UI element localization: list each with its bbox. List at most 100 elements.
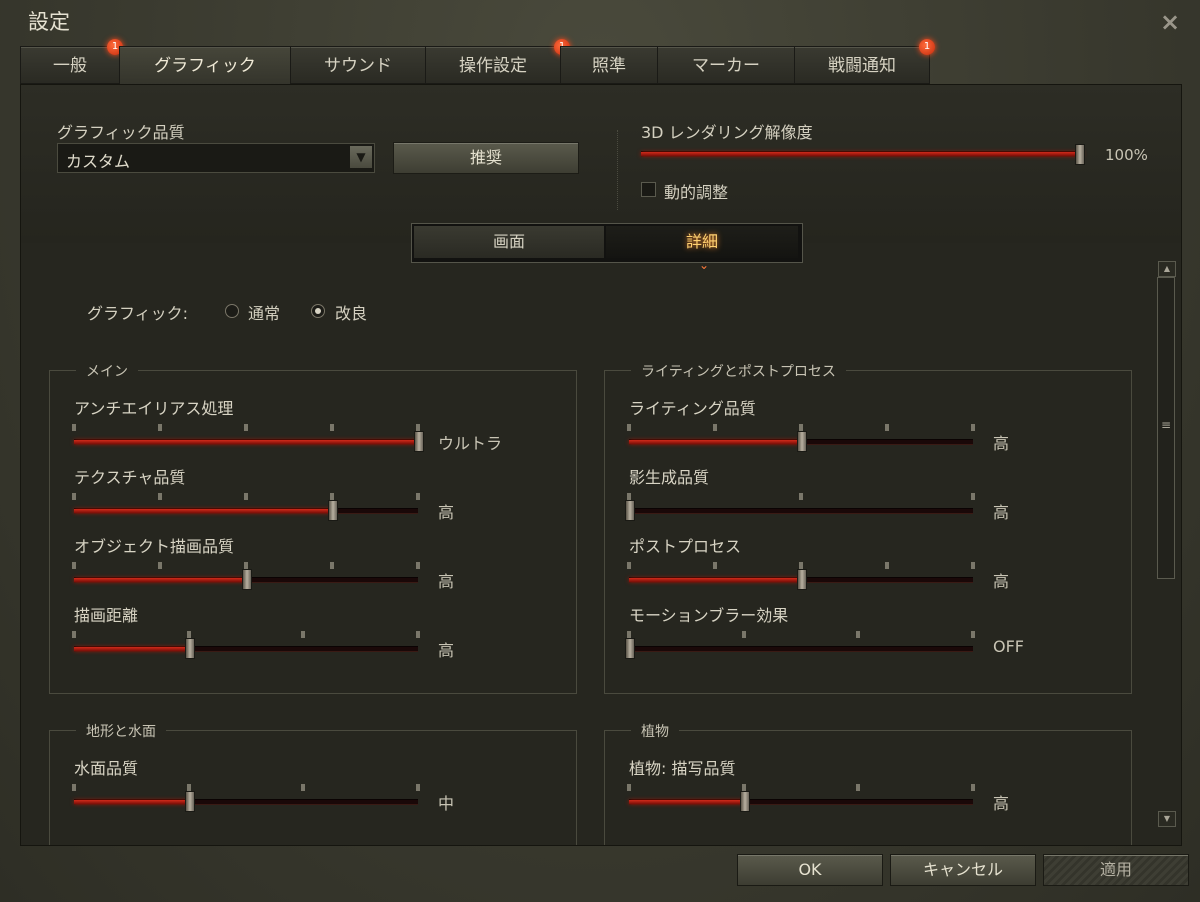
setting-label: ポストプロセス <box>629 537 742 556</box>
slider-tick <box>627 424 631 431</box>
subtab-switch: 画面 詳細 <box>411 223 803 263</box>
subtab-screen[interactable]: 画面 <box>414 226 604 258</box>
slider-tick <box>186 631 191 638</box>
slider-tick <box>713 424 717 431</box>
slider-tick <box>186 784 191 791</box>
slider-tick <box>72 784 76 791</box>
slider-tick <box>301 631 306 638</box>
slider-tick <box>799 424 803 431</box>
quality-slider[interactable] <box>629 799 973 805</box>
setting-value: 中 <box>438 794 455 813</box>
slider-tick <box>416 424 420 431</box>
slider-thumb[interactable] <box>625 638 635 659</box>
slider-fill <box>74 509 332 513</box>
scrollbar[interactable]: ▲ ≡ ▼ <box>1156 257 1176 832</box>
dynamic-adjust-checkbox[interactable] <box>641 182 656 197</box>
settings-content: グラフィック品質 カスタム ▼ 推奨 3D レンダリング解像度 100% 動的調… <box>20 84 1182 846</box>
chevron-down-icon: ⌄ <box>699 258 710 272</box>
slider-thumb[interactable] <box>625 500 635 521</box>
graphics-quality-label: グラフィック品質 <box>57 123 185 142</box>
slider-thumb[interactable] <box>414 431 424 452</box>
setting-value: 高 <box>993 794 1010 813</box>
slider-tick <box>799 562 803 569</box>
tab-aim[interactable]: 照準 <box>560 46 658 84</box>
tab-label: 一般 <box>53 56 87 76</box>
slider-tick <box>330 493 334 500</box>
setting-label: テクスチャ品質 <box>74 468 186 487</box>
close-icon[interactable]: × <box>1160 8 1180 36</box>
dynamic-adjust-label: 動的調整 <box>664 183 729 202</box>
slider-fill <box>74 578 246 582</box>
slider-thumb[interactable] <box>184 791 195 812</box>
slider-tick <box>244 424 248 431</box>
slider-thumb[interactable] <box>739 791 750 812</box>
group-title: メイン <box>76 361 138 381</box>
scrollbar-thumb[interactable]: ≡ <box>1157 277 1175 579</box>
slider-tick <box>416 631 420 638</box>
apply-button[interactable]: 適用 <box>1043 854 1189 886</box>
setting-value: 高 <box>993 434 1010 453</box>
scroll-up-icon[interactable]: ▲ <box>1158 261 1176 277</box>
slider-thumb[interactable] <box>797 431 807 452</box>
chevron-down-icon: ▼ <box>350 146 372 168</box>
slider-tick <box>416 784 420 791</box>
tab-general[interactable]: 一般 1 <box>20 39 123 84</box>
slider-thumb[interactable] <box>328 500 338 521</box>
slider-tick <box>741 631 746 638</box>
slider-tick <box>244 562 248 569</box>
render-resolution-slider[interactable] <box>641 151 1083 157</box>
group-lighting: ライティングとポストプロセス ライティング品質高影生成品質高ポストプロセス高モー… <box>604 361 1132 694</box>
ok-button[interactable]: OK <box>737 854 883 886</box>
graphics-mode-label: グラフィック: <box>87 304 189 323</box>
tab-graphics[interactable]: グラフィック <box>119 46 291 86</box>
setting-value: 高 <box>438 641 455 660</box>
quality-slider[interactable] <box>74 439 418 445</box>
slider-fill <box>629 440 801 444</box>
dropdown-value: カスタム <box>66 152 131 171</box>
slider-thumb[interactable] <box>797 569 807 590</box>
quality-slider[interactable] <box>74 646 418 652</box>
quality-slider[interactable] <box>74 508 418 514</box>
slider-thumb[interactable] <box>184 638 195 659</box>
radio-improved[interactable] <box>311 304 325 318</box>
slider-fill <box>641 152 1083 156</box>
subtab-detail[interactable]: 詳細 <box>606 226 798 258</box>
slider-tick <box>301 784 306 791</box>
quality-slider[interactable] <box>629 646 973 652</box>
slider-tick <box>627 562 631 569</box>
group-main: メイン アンチエイリアス処理 ウルトラ テクスチャ品質高オブジェクト描画品質高描画距… <box>49 361 577 694</box>
radio-normal[interactable] <box>225 304 239 318</box>
setting-label: 植物: 描写品質 <box>629 759 736 778</box>
render-resolution-value: 100% <box>1105 146 1148 164</box>
slider-tick <box>856 631 861 638</box>
tab-markers[interactable]: マーカー <box>657 46 795 84</box>
slider-tick <box>627 493 631 500</box>
slider-tick <box>627 631 631 638</box>
slider-tick <box>330 562 334 569</box>
quality-slider[interactable] <box>74 799 418 805</box>
tab-controls[interactable]: 操作設定 1 <box>425 39 570 84</box>
slider-tick <box>799 493 803 500</box>
slider-thumb[interactable] <box>1075 144 1085 165</box>
radio-improved-label: 改良 <box>335 304 368 323</box>
recommend-button[interactable]: 推奨 <box>393 142 579 174</box>
slider-tick <box>971 562 975 569</box>
quality-slider[interactable] <box>629 508 973 514</box>
tab-sound[interactable]: サウンド <box>290 46 426 84</box>
slider-thumb[interactable] <box>242 569 252 590</box>
slider-tick <box>330 424 334 431</box>
slider-fill <box>74 647 189 651</box>
slider-tick <box>885 424 889 431</box>
slider-tick <box>741 784 746 791</box>
setting-label: 描画距離 <box>74 606 139 625</box>
tab-battle-notifications[interactable]: 戦闘通知 1 <box>794 39 935 84</box>
slider-tick <box>416 493 420 500</box>
setting-label: オブジェクト描画品質 <box>74 537 235 556</box>
tab-label: 操作設定 <box>459 56 527 76</box>
cancel-button[interactable]: キャンセル <box>890 854 1036 886</box>
graphics-quality-dropdown[interactable]: カスタム ▼ <box>57 143 375 173</box>
scroll-down-icon[interactable]: ▼ <box>1158 811 1176 827</box>
grip-icon: ≡ <box>1161 418 1172 432</box>
setting-value: 高 <box>438 572 455 591</box>
tab-label: サウンド <box>324 56 392 76</box>
